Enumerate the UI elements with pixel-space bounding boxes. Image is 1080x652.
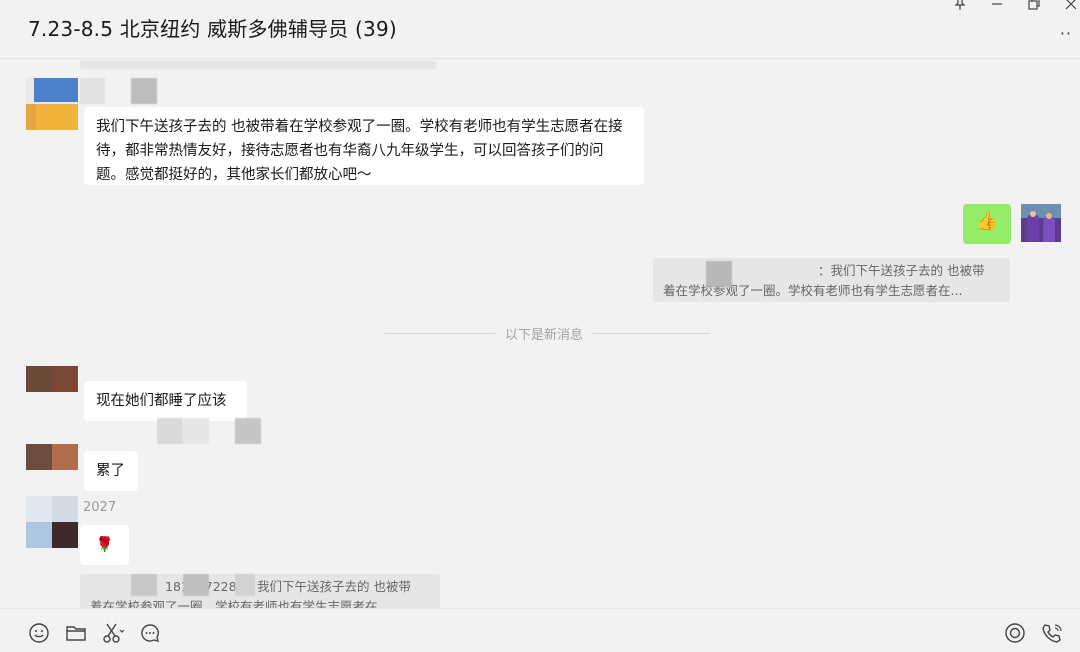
message-text: 累了	[96, 463, 125, 479]
message-bubble[interactable]: 现在她们都睡了应该	[84, 381, 247, 421]
sender-name: 2027	[83, 500, 117, 515]
blurred-name	[80, 61, 436, 69]
avatar[interactable]	[26, 444, 78, 470]
folder-icon[interactable]	[65, 622, 89, 646]
avatar[interactable]	[26, 78, 78, 130]
blurred-name	[183, 418, 209, 444]
blurred-name	[80, 78, 105, 104]
blurred-name	[740, 261, 816, 281]
blurred-name	[706, 261, 732, 287]
call-icon[interactable]	[1041, 622, 1065, 646]
blurred-name	[157, 418, 183, 444]
thumbs-up-emoji: 👍	[975, 211, 999, 232]
message-bubble[interactable]: 🌹	[80, 525, 129, 565]
scissors-icon[interactable]	[101, 622, 125, 646]
close-icon[interactable]	[1064, 0, 1080, 11]
blurred-name	[235, 418, 261, 444]
blurred-name	[131, 78, 157, 104]
avatar[interactable]	[26, 496, 78, 548]
pin-icon[interactable]	[953, 0, 973, 11]
message-bubble[interactable]: 累了	[84, 451, 138, 491]
live-icon[interactable]	[1004, 622, 1028, 646]
input-toolbar	[0, 608, 1080, 652]
chat-title: 7.23-8.5 北京纽约 威斯多佛辅导员 (39)	[28, 17, 397, 41]
chat-history-icon[interactable]	[139, 622, 163, 646]
quote-line: 着在学校参观了一圈。学校有老师也有学生志愿者在	[90, 599, 378, 608]
restore-icon[interactable]	[1027, 0, 1047, 11]
message-bubble-self[interactable]: 👍	[963, 204, 1011, 244]
chat-header: 7.23-8.5 北京纽约 威斯多佛辅导员 (39) ··	[0, 0, 1080, 59]
minimize-icon[interactable]	[990, 0, 1010, 11]
message-text: 我们下午送孩子去的 也被带着在学校参观了一圈。学校有老师也有学生志愿者在接待，都…	[96, 119, 623, 183]
avatar[interactable]	[26, 366, 78, 392]
message-bubble[interactable]: 我们下午送孩子去的 也被带着在学校参观了一圈。学校有老师也有学生志愿者在接待，都…	[84, 107, 644, 185]
blurred-name	[131, 574, 157, 596]
emoji-icon[interactable]	[28, 622, 52, 646]
blurred-name	[235, 574, 255, 596]
new-messages-divider: 以下是新消息	[495, 324, 594, 343]
message-text: 现在她们都睡了应该	[96, 393, 227, 409]
blurred-name	[183, 574, 209, 596]
more-options-icon[interactable]: ··	[1060, 24, 1072, 43]
self-avatar[interactable]	[1021, 204, 1061, 242]
message-list[interactable]: 我们下午送孩子去的 也被带着在学校参观了一圈。学校有老师也有学生志愿者在接待，都…	[0, 59, 1080, 608]
rose-emoji: 🌹	[95, 537, 114, 553]
